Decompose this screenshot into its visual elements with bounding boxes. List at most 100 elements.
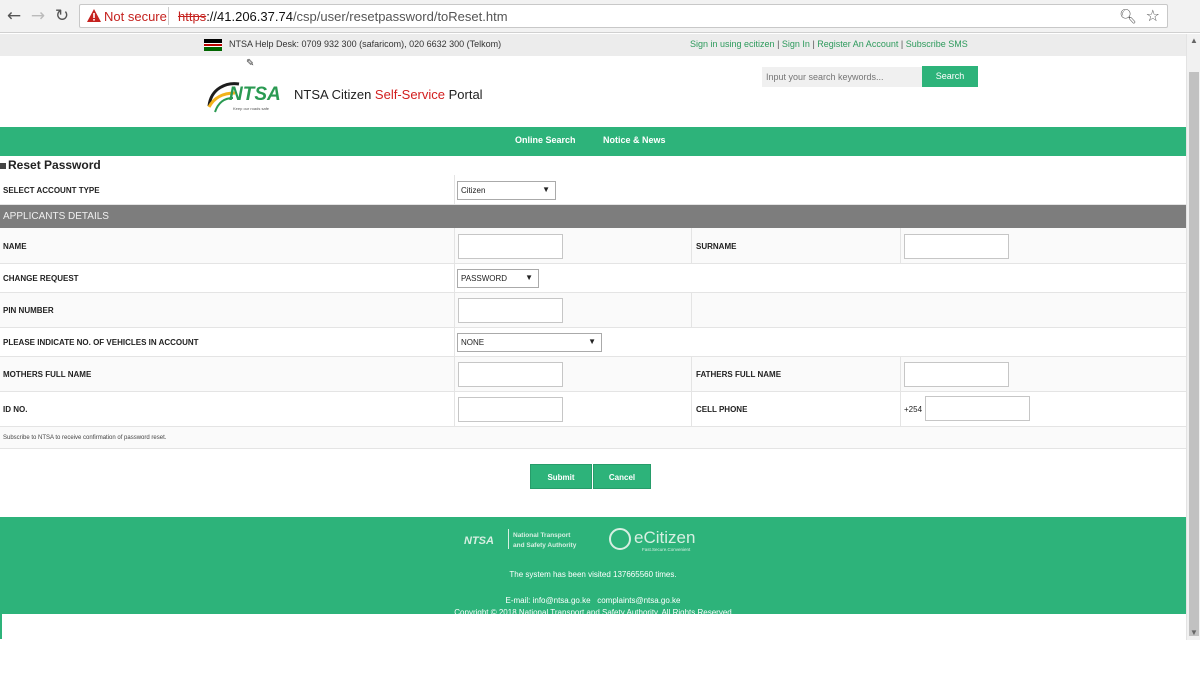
cell-divider: [454, 328, 455, 356]
ecitizen-icon: [609, 528, 631, 550]
cancel-button[interactable]: Cancel: [593, 464, 651, 489]
cell-divider: [691, 293, 692, 327]
dropdown-arrow-icon: ▼: [542, 185, 550, 194]
name-row: NAME SURNAME: [0, 228, 1186, 264]
form-title: Reset Password: [0, 158, 101, 172]
fathers-name-input[interactable]: [904, 362, 1009, 387]
portal-title-highlight: Self-Service: [374, 87, 445, 102]
account-type-select[interactable]: Citizen ▼: [457, 181, 556, 200]
cell-divider: [454, 293, 455, 327]
reload-icon[interactable]: ↻: [52, 6, 72, 26]
pin-input[interactable]: [458, 298, 563, 323]
form-title-text: Reset Password: [8, 158, 101, 172]
cell-phone-label: CELL PHONE: [696, 405, 748, 414]
change-request-row: CHANGE REQUEST PASSWORD ▼: [0, 264, 1186, 293]
email-complaints[interactable]: complaints@ntsa.go.ke: [597, 596, 680, 605]
footer-ecitizen-tagline: Fast.Secure.Convenient: [642, 547, 691, 552]
url-text[interactable]: https://41.206.37.74/csp/user/resetpassw…: [178, 9, 508, 24]
url-scheme: https: [178, 9, 207, 24]
cell-divider: [691, 392, 692, 426]
vehicles-select[interactable]: NONE ▼: [457, 333, 602, 352]
parents-row: MOTHERS FULL NAME FATHERS FULL NAME: [0, 357, 1186, 392]
help-strip: NTSA Help Desk: 0709 932 300 (safaricom)…: [0, 34, 1186, 56]
cell-divider: [900, 392, 901, 426]
change-request-label: CHANGE REQUEST: [3, 274, 79, 283]
search-input[interactable]: [762, 67, 922, 87]
cell-phone-input[interactable]: [925, 396, 1030, 421]
helpdesk-text: NTSA Help Desk: 0709 932 300 (safaricom)…: [229, 39, 502, 49]
surname-label: SURNAME: [696, 242, 737, 251]
logo-text: NTSA: [229, 84, 281, 105]
footer-logo-divider: [508, 529, 509, 549]
scroll-up-icon[interactable]: ▲: [1187, 34, 1200, 48]
portal-title: NTSA Citizen Self-Service Portal: [294, 87, 483, 102]
subscribe-note: Subscribe to NTSA to receive confirmatio…: [3, 435, 167, 441]
footer-logos: NTSA National Transport and Safety Autho…: [464, 528, 695, 552]
top-links: Sign in using ecitizen | Sign In | Regis…: [690, 39, 968, 49]
kenya-flag-icon: [204, 39, 222, 51]
account-type-value: Citizen: [461, 186, 486, 195]
fathers-name-label: FATHERS FULL NAME: [696, 370, 782, 379]
change-request-select[interactable]: PASSWORD ▼: [457, 269, 539, 288]
bookmark-star-icon[interactable]: ☆: [1146, 6, 1160, 26]
footer-ntsa-logo: NTSA: [464, 535, 494, 547]
cell-divider: [454, 264, 455, 292]
zoom-icon[interactable]: 🔍︎: [1119, 8, 1137, 25]
pencil-icon[interactable]: ✎: [246, 58, 254, 69]
mothers-name-input[interactable]: [458, 362, 563, 387]
page-viewport: NTSA Help Desk: 0709 932 300 (safaricom)…: [0, 34, 1186, 675]
nav-online-search[interactable]: Online Search: [515, 135, 576, 145]
vehicles-label: PLEASE INDICATE NO. OF VEHICLES IN ACCOU…: [3, 338, 199, 347]
scroll-down-icon[interactable]: ▼: [1187, 626, 1200, 640]
pin-label: PIN NUMBER: [3, 306, 54, 315]
phone-prefix: +254: [904, 405, 923, 414]
not-secure-label: Not secure: [104, 9, 167, 24]
submit-button[interactable]: Submit: [530, 464, 592, 489]
cell-divider: [691, 228, 692, 263]
footer-ecitizen: eCitizen: [634, 528, 695, 547]
url-divider: [168, 7, 169, 25]
forward-icon[interactable]: →: [28, 6, 48, 26]
email-label: E-mail:: [505, 596, 533, 605]
address-bar[interactable]: Not secure https://41.206.37.74/csp/user…: [79, 4, 1168, 28]
change-request-value: PASSWORD: [461, 274, 508, 283]
scroll-thumb[interactable]: [1189, 72, 1199, 636]
signin-link[interactable]: Sign In: [782, 39, 810, 49]
subscribe-sms-link[interactable]: Subscribe SMS: [906, 39, 968, 49]
section-title: APPLICANTS DETAILS: [3, 211, 109, 222]
vertical-scrollbar[interactable]: ▲ ▼: [1186, 34, 1200, 640]
register-link[interactable]: Register An Account: [817, 39, 898, 49]
pin-row: PIN NUMBER: [0, 293, 1186, 328]
ecitizen-signin-link[interactable]: Sign in using ecitizen: [690, 39, 775, 49]
browser-toolbar: ← → ↻ Not secure https://41.206.37.74/cs…: [0, 0, 1200, 33]
logo-tagline: Keep our roads safe: [233, 106, 270, 111]
main-nav: Online Search Notice & News: [0, 127, 1186, 156]
back-icon[interactable]: ←: [4, 6, 24, 26]
ntsa-logo[interactable]: NTSA Keep our roads safe: [205, 76, 293, 114]
warning-icon: [87, 9, 101, 22]
cell-divider: [454, 392, 455, 426]
account-type-label: SELECT ACCOUNT TYPE: [3, 186, 100, 195]
dropdown-arrow-icon: ▼: [525, 273, 533, 282]
cell-divider: [454, 357, 455, 391]
surname-input[interactable]: [904, 234, 1009, 259]
account-type-row: SELECT ACCOUNT TYPE Citizen ▼: [0, 175, 1186, 205]
search-button[interactable]: Search: [922, 66, 978, 87]
cell-divider: [691, 357, 692, 391]
note-row: Subscribe to NTSA to receive confirmatio…: [0, 427, 1186, 449]
email-info[interactable]: info@ntsa.go.ke: [533, 596, 591, 605]
visit-counter: The system has been visited 137665560 ti…: [509, 570, 677, 579]
link-separator: |: [898, 39, 906, 49]
link-separator: |: [774, 39, 782, 49]
contact-emails: E-mail: info@ntsa.go.ke complaints@ntsa.…: [0, 596, 1186, 605]
id-number-input[interactable]: [458, 397, 563, 422]
vehicles-value: NONE: [461, 338, 485, 347]
cell-divider: [454, 175, 455, 204]
footer-ntsa-name-line2: and Safety Authority: [513, 542, 577, 549]
nav-notice-news[interactable]: Notice & News: [603, 135, 666, 145]
collapse-icon[interactable]: [0, 162, 6, 169]
page-bottom-area: [0, 614, 1186, 639]
name-input[interactable]: [458, 234, 563, 259]
vehicles-row: PLEASE INDICATE NO. OF VEHICLES IN ACCOU…: [0, 328, 1186, 357]
cell-divider: [900, 357, 901, 391]
